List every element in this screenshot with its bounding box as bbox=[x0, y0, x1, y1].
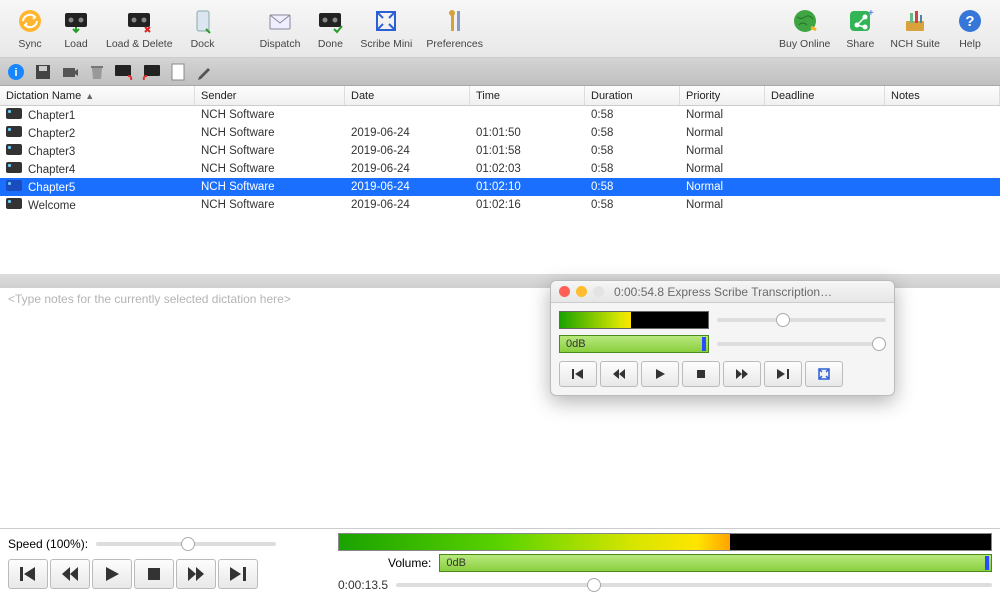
close-icon[interactable] bbox=[559, 286, 570, 297]
col-deadline[interactable]: Deadline bbox=[765, 86, 885, 105]
mini-skip-start-button[interactable] bbox=[559, 361, 597, 387]
dictation-list: Chapter1NCH Software0:58NormalChapter2NC… bbox=[0, 106, 1000, 214]
speed-label: Speed (100%): bbox=[8, 537, 88, 551]
col-sender[interactable]: Sender bbox=[195, 86, 345, 105]
table-row[interactable]: Chapter1NCH Software0:58Normal bbox=[0, 106, 1000, 124]
main-transport bbox=[8, 559, 328, 589]
zoom-icon[interactable] bbox=[593, 286, 604, 297]
play-button[interactable] bbox=[92, 559, 132, 589]
mini-volume-bar: 0dB bbox=[559, 335, 709, 353]
cassette-redo-icon[interactable] bbox=[139, 61, 163, 83]
file-icon bbox=[6, 108, 22, 119]
mini-play-button[interactable] bbox=[641, 361, 679, 387]
mini-skip-end-button[interactable] bbox=[764, 361, 802, 387]
mini-title-text: 0:00:54.8 Express Scribe Transcription… bbox=[614, 285, 832, 299]
help-button[interactable]: ? Help bbox=[948, 4, 992, 52]
nch-suite-button[interactable]: NCH Suite bbox=[884, 4, 946, 52]
skip-end-button[interactable] bbox=[218, 559, 258, 589]
dispatch-button[interactable]: Dispatch bbox=[254, 4, 307, 52]
envelope-icon bbox=[265, 6, 295, 36]
toolbox-icon bbox=[900, 6, 930, 36]
svg-text:?: ? bbox=[965, 13, 974, 30]
column-headers: Dictation Name▲ Sender Date Time Duratio… bbox=[0, 86, 1000, 106]
camera-icon[interactable] bbox=[58, 61, 82, 83]
mini-stop-button[interactable] bbox=[682, 361, 720, 387]
file-icon bbox=[6, 162, 22, 173]
svg-text:i: i bbox=[14, 67, 17, 79]
forward-button[interactable] bbox=[176, 559, 216, 589]
scribe-mini-button[interactable]: Scribe Mini bbox=[354, 4, 418, 52]
col-time[interactable]: Time bbox=[470, 86, 585, 105]
col-notes[interactable]: Notes bbox=[885, 86, 1000, 105]
buy-online-button[interactable]: Buy Online bbox=[773, 4, 836, 52]
mini-forward-button[interactable] bbox=[723, 361, 761, 387]
file-icon bbox=[6, 126, 22, 137]
globe-icon bbox=[790, 6, 820, 36]
tools-icon bbox=[440, 6, 470, 36]
mini-transport bbox=[559, 361, 886, 387]
expand-icon bbox=[371, 6, 401, 36]
cassette-check-icon bbox=[315, 6, 345, 36]
cassette-delete-icon bbox=[124, 6, 154, 36]
col-duration[interactable]: Duration bbox=[585, 86, 680, 105]
col-priority[interactable]: Priority bbox=[680, 86, 765, 105]
sort-asc-icon: ▲ bbox=[85, 91, 94, 101]
table-row[interactable]: Chapter2NCH Software2019-06-2401:01:500:… bbox=[0, 124, 1000, 142]
preferences-button[interactable]: Preferences bbox=[420, 4, 489, 52]
share-button[interactable]: + Share bbox=[838, 4, 882, 52]
rewind-button[interactable] bbox=[50, 559, 90, 589]
dock-icon bbox=[188, 6, 218, 36]
position-slider[interactable] bbox=[396, 583, 992, 587]
mini-volume-slider[interactable] bbox=[717, 342, 886, 346]
save-icon[interactable] bbox=[31, 61, 55, 83]
load-delete-button[interactable]: Load & Delete bbox=[100, 4, 179, 52]
load-button[interactable]: Load bbox=[54, 4, 98, 52]
time-label: 0:00:13.5 bbox=[338, 578, 388, 592]
col-name[interactable]: Dictation Name▲ bbox=[0, 86, 195, 105]
stop-button[interactable] bbox=[134, 559, 174, 589]
bottom-panel: Speed (100%): Volume: 0dB 0:00:13.5 bbox=[0, 528, 1000, 600]
info-icon[interactable]: i bbox=[4, 61, 28, 83]
level-meter bbox=[338, 533, 992, 551]
sync-button[interactable]: Sync bbox=[8, 4, 52, 52]
page-icon[interactable] bbox=[166, 61, 190, 83]
sync-icon bbox=[15, 6, 45, 36]
help-icon: ? bbox=[955, 6, 985, 36]
mini-level-meter bbox=[559, 311, 709, 329]
speed-slider[interactable] bbox=[96, 542, 276, 546]
table-row[interactable]: WelcomeNCH Software2019-06-2401:02:160:5… bbox=[0, 196, 1000, 214]
cassette-down-icon bbox=[61, 6, 91, 36]
skip-start-button[interactable] bbox=[8, 559, 48, 589]
share-icon: + bbox=[845, 6, 875, 36]
volume-bar: 0dB bbox=[439, 554, 992, 572]
mini-window[interactable]: 0:00:54.8 Express Scribe Transcription… … bbox=[550, 280, 895, 396]
table-row[interactable]: Chapter5NCH Software2019-06-2401:02:100:… bbox=[0, 178, 1000, 196]
col-date[interactable]: Date bbox=[345, 86, 470, 105]
mini-volume-thumb[interactable] bbox=[872, 337, 886, 351]
position-thumb[interactable] bbox=[587, 578, 601, 592]
mini-position-slider[interactable] bbox=[717, 318, 886, 322]
edit-icon[interactable] bbox=[193, 61, 217, 83]
file-icon bbox=[6, 198, 22, 209]
mini-expand-button[interactable] bbox=[805, 361, 843, 387]
mini-rewind-button[interactable] bbox=[600, 361, 638, 387]
volume-label: Volume: bbox=[388, 556, 431, 570]
cassette-undo-icon[interactable] bbox=[112, 61, 136, 83]
dock-button[interactable]: Dock bbox=[181, 4, 225, 52]
mini-titlebar[interactable]: 0:00:54.8 Express Scribe Transcription… bbox=[551, 281, 894, 303]
svg-text:+: + bbox=[868, 8, 874, 19]
minimize-icon[interactable] bbox=[576, 286, 587, 297]
trash-icon[interactable] bbox=[85, 61, 109, 83]
sub-toolbar: i bbox=[0, 58, 1000, 86]
mini-position-thumb[interactable] bbox=[776, 313, 790, 327]
speed-thumb[interactable] bbox=[181, 537, 195, 551]
main-toolbar: Sync Load Load & Delete Dock Dispatch Do… bbox=[0, 0, 1000, 58]
file-icon bbox=[6, 180, 22, 191]
table-row[interactable]: Chapter3NCH Software2019-06-2401:01:580:… bbox=[0, 142, 1000, 160]
table-row[interactable]: Chapter4NCH Software2019-06-2401:02:030:… bbox=[0, 160, 1000, 178]
done-button[interactable]: Done bbox=[308, 4, 352, 52]
file-icon bbox=[6, 144, 22, 155]
